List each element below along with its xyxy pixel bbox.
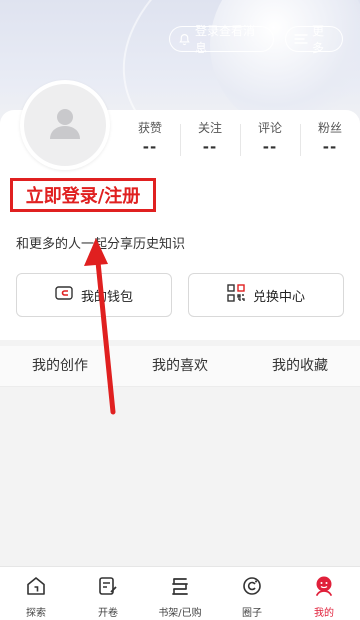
bottom-navigation: 探索 开卷 书架/已购 圈子 我的 <box>0 566 360 620</box>
stat-following[interactable]: 关注 -- <box>180 120 240 160</box>
profile-subtitle: 和更多的人一起分享历史知识 <box>16 237 186 252</box>
avatar[interactable] <box>20 80 110 170</box>
nav-label: 开卷 <box>98 608 118 619</box>
stat-label: 关注 <box>197 121 222 135</box>
tab-my-creations[interactable]: 我的创作 <box>0 346 120 386</box>
exchange-center-button[interactable]: 兑换中心 <box>188 273 344 317</box>
nav-mine[interactable]: 我的 <box>288 567 360 620</box>
wallet-button[interactable]: 我的钱包 <box>16 273 172 317</box>
tab-my-favorites[interactable]: 我的收藏 <box>240 346 360 386</box>
user-icon <box>45 103 85 147</box>
bell-icon <box>178 33 191 46</box>
qr-code-icon <box>227 284 245 306</box>
tab-my-likes[interactable]: 我的喜欢 <box>120 346 240 386</box>
nav-label: 圈子 <box>242 608 262 619</box>
more-label: 更多 <box>312 24 325 55</box>
profile-icon <box>313 575 335 601</box>
edit-icon <box>97 575 119 601</box>
more-button[interactable]: 更多 <box>285 24 343 55</box>
nav-explore[interactable]: 探索 <box>0 567 72 620</box>
circle-icon <box>241 575 263 601</box>
nav-bookshelf[interactable]: 书架/已购 <box>144 567 216 620</box>
stat-value: -- <box>322 138 338 156</box>
nav-label: 探索 <box>26 608 46 619</box>
menu-icon <box>294 33 308 45</box>
stat-comments[interactable]: 评论 -- <box>240 120 300 160</box>
stat-label: 粉丝 <box>317 121 342 135</box>
profile-stats: 获赞 -- 关注 -- 评论 -- 粉丝 -- <box>120 120 360 160</box>
stat-value: -- <box>262 138 278 156</box>
stat-label: 获赞 <box>137 121 162 135</box>
nav-open-book[interactable]: 开卷 <box>72 567 144 620</box>
stat-label: 评论 <box>257 121 282 135</box>
bookshelf-icon <box>169 575 191 601</box>
nav-label: 我的 <box>314 608 334 619</box>
stat-value: -- <box>142 138 158 156</box>
content-tabs: 我的创作 我的喜欢 我的收藏 <box>0 346 360 387</box>
home-icon <box>25 575 47 601</box>
nav-circle[interactable]: 圈子 <box>216 567 288 620</box>
wallet-label: 我的钱包 <box>80 289 133 305</box>
stat-value: -- <box>202 138 218 156</box>
login-messages-button[interactable]: 登录查看消息 <box>169 24 274 55</box>
exchange-center-label: 兑换中心 <box>252 289 305 305</box>
login-register-button[interactable]: 立即登录/注册 <box>10 178 156 212</box>
stat-followers[interactable]: 粉丝 -- <box>300 120 360 160</box>
stat-likes[interactable]: 获赞 -- <box>120 120 180 160</box>
wallet-icon <box>55 286 73 304</box>
nav-label: 书架/已购 <box>158 608 202 619</box>
login-register-label: 立即登录/注册 <box>25 186 141 207</box>
login-messages-label: 登录查看消息 <box>195 24 256 55</box>
